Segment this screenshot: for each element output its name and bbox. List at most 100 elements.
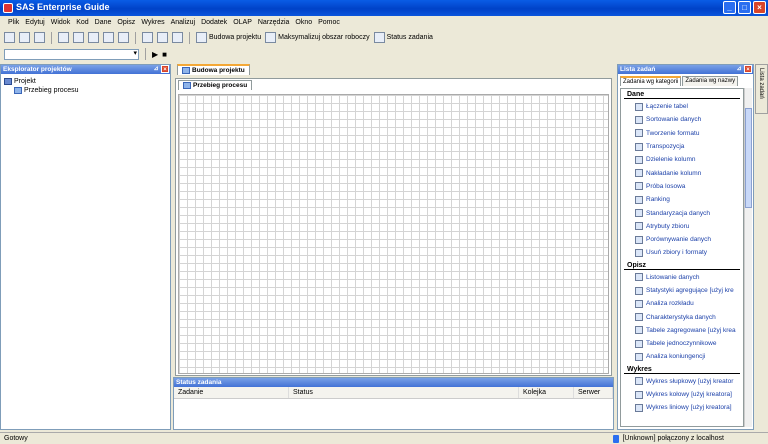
- menu-narzedzia[interactable]: Narzędzia: [258, 16, 290, 29]
- cut-icon[interactable]: [73, 32, 84, 43]
- task-item[interactable]: Wykres kołowy [użyj kreatora]: [621, 388, 743, 401]
- section-wykres: Wykres: [627, 365, 652, 373]
- task-item[interactable]: Transpozycja: [621, 140, 743, 153]
- task-item[interactable]: Analiza koniungencji: [621, 350, 743, 363]
- task-status-icon: [373, 32, 385, 43]
- section-opisz: Opisz: [627, 261, 647, 269]
- run-icon[interactable]: ▶: [152, 50, 158, 59]
- task-item[interactable]: Charakterystyka danych: [621, 310, 743, 323]
- contingency-icon: [635, 352, 643, 361]
- task-item[interactable]: Nakładanie kolumn: [621, 166, 743, 179]
- menu-pomoc[interactable]: Pomoc: [318, 16, 340, 29]
- server-icon: [613, 434, 620, 443]
- task-list-scrollbar[interactable]: [744, 88, 752, 427]
- menu-okno[interactable]: Okno: [295, 16, 312, 29]
- menu-kod[interactable]: Kod: [76, 16, 88, 29]
- tab-by-name[interactable]: Zadania wg nazwy: [682, 76, 739, 86]
- redo-icon[interactable]: [157, 32, 168, 43]
- workspace: Budowa projektu Przebieg procesu: [173, 64, 614, 430]
- task-item[interactable]: Tworzenie formatu: [621, 127, 743, 140]
- build-project-button[interactable]: Budowa projektu: [196, 32, 261, 43]
- split-columns-icon: [635, 155, 643, 164]
- task-item[interactable]: Sortowanie danych: [621, 113, 743, 126]
- task-status-columns: Zadanie Status Kolejka Serwer: [174, 387, 613, 399]
- task-list-header: Lista zadań ⊿ ×: [618, 65, 753, 74]
- task-item[interactable]: Standaryzacja danych: [621, 206, 743, 219]
- column-header[interactable]: Kolejka: [519, 387, 574, 398]
- stop-icon[interactable]: ■: [162, 50, 167, 59]
- pin-icon[interactable]: ⊿: [152, 65, 160, 73]
- menu-dodatek[interactable]: Dodatek: [201, 16, 227, 29]
- menu-wykres[interactable]: Wykres: [141, 16, 164, 29]
- maximize-button[interactable]: □: [738, 1, 751, 14]
- task-item[interactable]: Statystyki agregujące [użyj kre: [621, 284, 743, 297]
- tree-item-project[interactable]: Projekt: [4, 77, 167, 86]
- process-flow-icon: [183, 82, 191, 89]
- task-item[interactable]: Analiza rozkładu: [621, 297, 743, 310]
- menu-widok[interactable]: Widok: [51, 16, 70, 29]
- task-item[interactable]: Dzielenie kolumn: [621, 153, 743, 166]
- list-data-icon: [635, 273, 643, 282]
- task-item[interactable]: Porównywanie danych: [621, 233, 743, 246]
- new-icon[interactable]: [4, 32, 15, 43]
- column-header[interactable]: Serwer: [574, 387, 613, 398]
- pin-icon[interactable]: ⊿: [735, 65, 743, 73]
- close-button[interactable]: ×: [753, 1, 766, 14]
- column-header[interactable]: Status: [289, 387, 519, 398]
- menu-dane[interactable]: Dane: [95, 16, 112, 29]
- project-icon: [4, 78, 12, 85]
- tab-process-flow[interactable]: Przebieg procesu: [178, 80, 253, 90]
- menu-edytuj[interactable]: Edytuj: [25, 16, 44, 29]
- task-item[interactable]: Ranking: [621, 193, 743, 206]
- pie-chart-icon: [635, 390, 643, 399]
- tab-build-project[interactable]: Budowa projektu: [177, 64, 250, 75]
- copy-icon[interactable]: [88, 32, 99, 43]
- task-item[interactable]: Usuń zbiory i formaty: [621, 246, 743, 259]
- menu-plik[interactable]: Plik: [8, 16, 19, 29]
- sort-icon: [635, 115, 643, 124]
- minimize-button[interactable]: _: [723, 1, 736, 14]
- task-item[interactable]: Tabele jednoczynnikowe: [621, 337, 743, 350]
- task-item[interactable]: Próba losowa: [621, 180, 743, 193]
- close-panel-icon[interactable]: ×: [161, 65, 169, 73]
- save-icon[interactable]: [34, 32, 45, 43]
- process-flow-canvas[interactable]: [178, 94, 609, 374]
- task-list-panel: Lista zadań ⊿ × Zadania wg kategorii Zad…: [617, 64, 754, 430]
- project-explorer-panel: Eksplorator projektów ⊿ × Projekt Przebi…: [0, 64, 171, 430]
- delete-icon[interactable]: [118, 32, 129, 43]
- process-flow-icon: [14, 87, 22, 94]
- process-flow-icon: [182, 67, 190, 74]
- task-item[interactable]: Wykres liniowy [użyj kreatora]: [621, 401, 743, 414]
- sigma-icon: [635, 286, 643, 295]
- task-item[interactable]: Wykres słupkowy [użyj kreator: [621, 375, 743, 388]
- undo-icon[interactable]: [142, 32, 153, 43]
- code-combo[interactable]: [4, 48, 139, 60]
- column-header[interactable]: Zadanie: [174, 387, 289, 398]
- open-icon[interactable]: [19, 32, 30, 43]
- tab-by-category[interactable]: Zadania wg kategorii: [620, 76, 682, 86]
- task-item[interactable]: Atrybuty zbioru: [621, 220, 743, 233]
- line-chart-icon: [635, 403, 643, 412]
- toolbar-separator: [51, 31, 52, 44]
- status-text: Gotowy: [4, 435, 28, 442]
- task-item[interactable]: Listowanie danych: [621, 271, 743, 284]
- close-panel-icon[interactable]: ×: [744, 65, 752, 73]
- workspace-frame: Przebieg procesu: [175, 78, 612, 376]
- maximize-workspace-button[interactable]: Maksymalizuj obszar roboczy: [265, 32, 370, 43]
- scrollbar-thumb[interactable]: [745, 108, 752, 208]
- task-status-button[interactable]: Status zadania: [373, 32, 433, 43]
- task-list: Dane Łączenie tabel Sortowanie danych Tw…: [620, 88, 744, 427]
- task-status-panel: Status zadania Zadanie Status Kolejka Se…: [173, 377, 614, 430]
- task-item[interactable]: Tabele zagregowane [użyj krea: [621, 324, 743, 337]
- paste-icon[interactable]: [103, 32, 114, 43]
- task-item[interactable]: Łączenie tabel: [621, 100, 743, 113]
- menu-olap[interactable]: OLAP: [233, 16, 252, 29]
- menu-analizuj[interactable]: Analizuj: [171, 16, 196, 29]
- task-list-tabs: Zadania wg kategorii Zadania wg nazwy: [620, 76, 739, 86]
- print-icon[interactable]: [58, 32, 69, 43]
- tree-item-process-flow[interactable]: Przebieg procesu: [4, 86, 167, 95]
- find-icon[interactable]: [172, 32, 183, 43]
- compare-icon: [635, 235, 643, 244]
- task-list-side-tab[interactable]: Lista zadań: [755, 64, 768, 114]
- menu-opisz[interactable]: Opisz: [117, 16, 135, 29]
